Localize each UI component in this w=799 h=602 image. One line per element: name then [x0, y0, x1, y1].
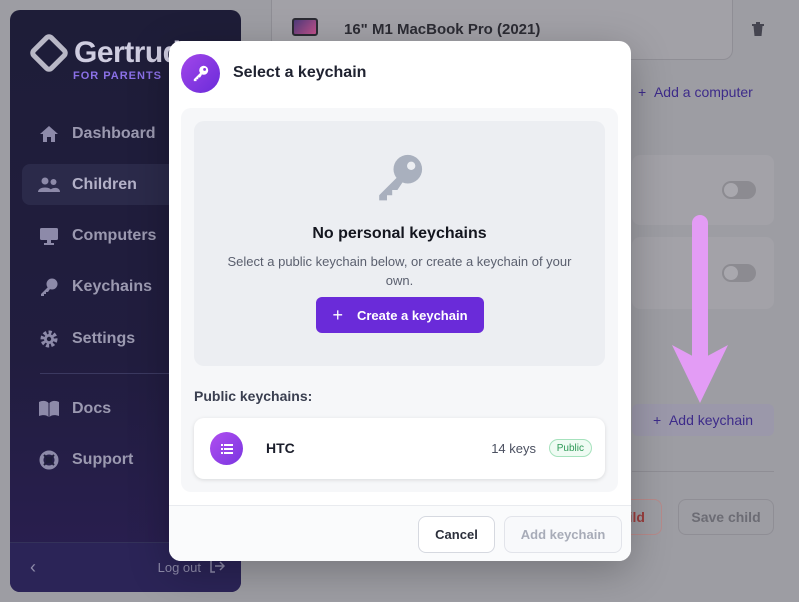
book-icon [38, 399, 60, 419]
public-keychains-heading: Public keychains: [194, 388, 313, 404]
brand-logo: Gertrud [27, 31, 181, 75]
users-icon [38, 175, 60, 195]
home-icon [38, 124, 60, 144]
empty-state-description: Select a public keychain below, or creat… [227, 254, 572, 288]
sidebar-item-label: Children [72, 175, 137, 193]
computer-name: 16" M1 MacBook Pro (2021) [344, 21, 541, 38]
keychain-key-count: 14 keys [491, 441, 536, 456]
add-computer-label: Add a computer [653, 84, 753, 100]
gear-icon [38, 329, 60, 349]
collapse-chevron-icon[interactable]: ‹ [30, 557, 36, 578]
select-keychain-modal: Select a keychain No personal keychains … [169, 41, 631, 561]
key-illustration-icon [379, 154, 423, 201]
empty-state: No personal keychains Select a public ke… [194, 121, 605, 366]
plus-icon: + [638, 84, 654, 100]
cancel-button[interactable]: Cancel [418, 516, 495, 553]
modal-body: No personal keychains Select a public ke… [181, 108, 618, 492]
setting-toggle[interactable] [722, 181, 756, 199]
keychain-name: HTC [266, 440, 295, 456]
list-icon [210, 432, 243, 465]
sidebar-item-label: Settings [72, 329, 136, 347]
modal-title: Select a keychain [233, 64, 367, 81]
trash-icon[interactable] [752, 22, 764, 39]
modal-header: Select a keychain [169, 41, 631, 105]
brand-name: Gertrud [74, 36, 181, 69]
logout-label: Log out [157, 560, 201, 575]
annotation-arrow-icon [672, 215, 728, 403]
modal-footer: Cancel Add keychain [169, 505, 631, 561]
desktop-icon [38, 226, 60, 246]
logout-button[interactable]: Log out [157, 559, 226, 576]
empty-state-title: No personal keychains [312, 225, 487, 242]
sidebar-item-label: Docs [72, 399, 112, 417]
create-keychain-button[interactable]: + Create a keychain [316, 297, 484, 333]
key-icon [181, 53, 220, 93]
sidebar-item-label: Dashboard [72, 124, 156, 142]
save-child-button[interactable]: Save child [678, 499, 774, 535]
plus-icon: + [332, 304, 343, 325]
add-computer-button[interactable]: + Add a computer [638, 84, 753, 100]
brand-subtitle: FOR PARENTS [73, 70, 163, 82]
sidebar-item-label: Computers [72, 227, 157, 245]
logout-icon [209, 559, 226, 576]
add-keychain-button[interactable]: Add keychain [504, 516, 622, 553]
sidebar-item-label: Keychains [72, 278, 153, 296]
add-keychain-bg-label: Add keychain [668, 412, 754, 428]
laptop-icon [292, 18, 318, 36]
divider [632, 471, 774, 472]
add-keychain-background-button[interactable]: + Add keychain [632, 404, 774, 436]
logo-mark-icon [27, 31, 71, 75]
create-keychain-label: Create a keychain [356, 307, 468, 323]
keychain-list-item[interactable]: HTC 14 keys Public [194, 418, 605, 479]
key-icon [38, 277, 60, 297]
lifebuoy-icon [38, 450, 60, 470]
sidebar-item-label: Support [72, 450, 134, 468]
plus-icon: + [652, 412, 669, 428]
public-badge: Public [548, 439, 592, 457]
